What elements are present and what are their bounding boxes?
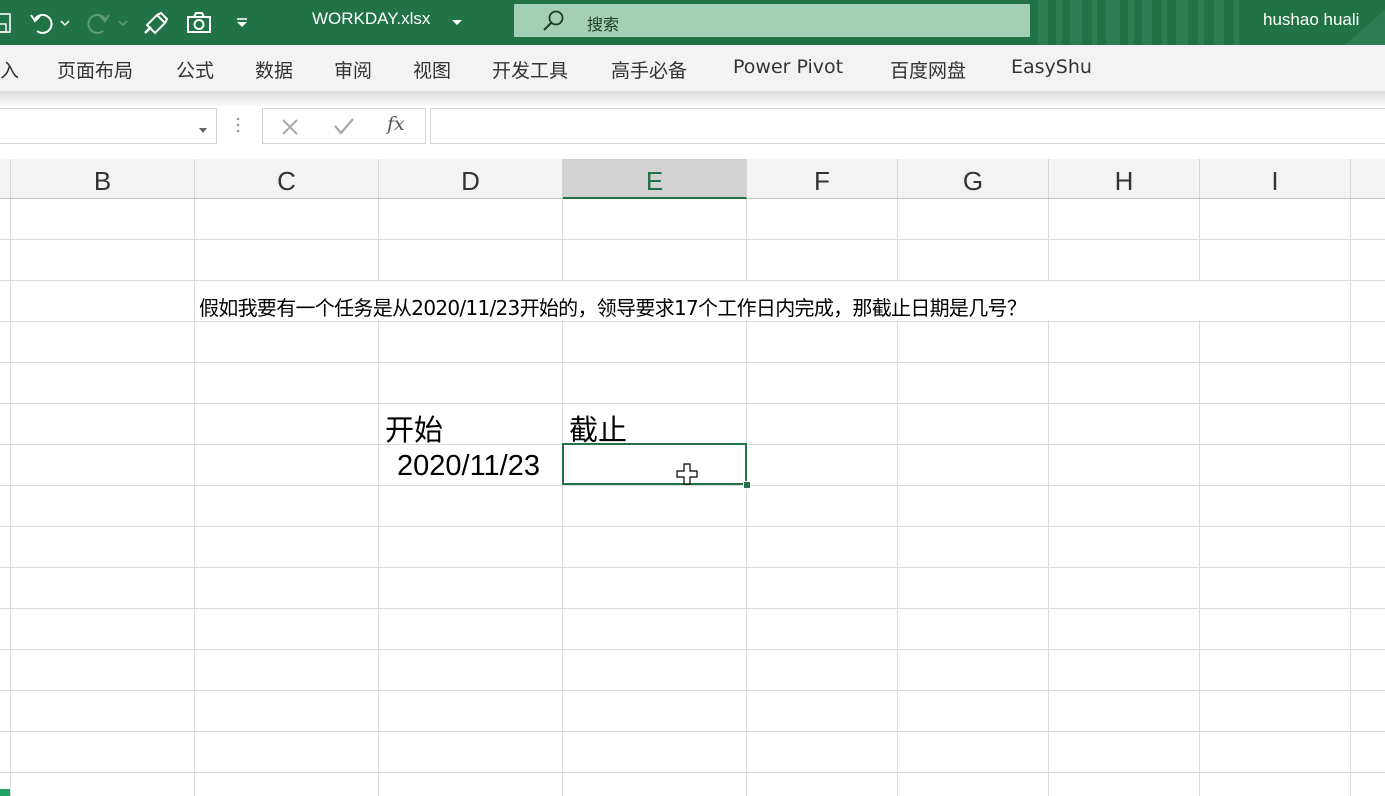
column-header-h[interactable]: H [1049,159,1200,198]
tab-formulas[interactable]: 公式 [176,56,214,83]
tab-insert[interactable]: 入 [0,56,19,83]
cancel-icon[interactable] [281,118,299,141]
undo-dropdown-icon[interactable] [58,0,72,45]
name-box[interactable] [0,108,217,144]
column-header-b[interactable]: B [11,159,195,198]
grid-line [0,649,1385,650]
question-cell[interactable]: 假如我要有一个任务是从2020/11/23开始的，领导要求17个工作日内完成，那… [199,292,1027,321]
active-cell-e[interactable] [562,443,747,485]
start-date-cell[interactable]: 2020/11/23 [397,450,540,483]
sheet-tab-indicator [0,789,10,796]
grid-line [0,731,1385,732]
formula-bar-splitter[interactable] [236,115,240,140]
search-icon [542,10,566,37]
file-name[interactable]: WORKDAY.xlsx [312,9,430,29]
grid-line [10,199,11,796]
grid-line [0,567,1385,568]
search-placeholder: 搜索 [587,15,620,34]
camera-icon[interactable] [184,0,214,45]
tab-expert-tools[interactable]: 高手必备 [611,56,687,83]
tab-easyshu[interactable]: EasyShu [1011,56,1092,78]
format-painter-icon[interactable] [142,0,170,45]
column-header-c[interactable]: C [195,159,379,198]
grid-line [1350,199,1351,796]
title-bar: WORKDAY.xlsx 搜索 hushao huali [0,0,1385,45]
undo-icon[interactable] [28,0,56,45]
grid-line [0,526,1385,527]
tab-page-layout[interactable]: 页面布局 [57,56,133,83]
search-box[interactable]: 搜索 [514,4,1030,37]
start-label-cell[interactable]: 开始 [385,407,443,449]
grid-line [0,608,1385,609]
grid-line [0,690,1385,691]
worksheet-grid[interactable]: 假如我要有一个任务是从2020/11/23开始的，领导要求17个工作日内完成，那… [0,199,1385,796]
column-header-d[interactable]: D [379,159,563,198]
tab-developer[interactable]: 开发工具 [492,56,568,83]
tab-baidu-netdisk[interactable]: 百度网盘 [890,56,966,83]
user-name[interactable]: hushao huali [1263,10,1359,30]
redo-icon[interactable] [84,0,112,45]
column-header-i[interactable]: I [1200,159,1351,198]
insert-function-icon[interactable]: fx [387,113,405,135]
column-header-partial-right[interactable] [1351,159,1385,198]
formula-input[interactable] [430,108,1385,144]
tab-data[interactable]: 数据 [255,56,293,83]
grid-line [0,772,1385,773]
tab-view[interactable]: 视图 [413,56,451,83]
save-icon[interactable] [0,0,14,45]
enter-icon[interactable] [334,117,354,140]
customize-qat-icon[interactable] [232,0,252,45]
grid-line [0,362,1385,363]
namebox-dropdown-icon[interactable] [198,121,208,139]
column-header-partial[interactable] [0,159,11,198]
grid-line [0,403,1385,404]
formula-bar: fx [0,106,1385,146]
ribbon-collapsed-area [0,92,1385,106]
column-header-e[interactable]: E [563,159,747,199]
tab-power-pivot[interactable]: Power Pivot [733,56,843,78]
column-header-f[interactable]: F [747,159,898,198]
chevron-down-icon[interactable] [451,14,463,32]
tab-review[interactable]: 审阅 [334,56,372,83]
ribbon-tabs: 入 页面布局 公式 数据 审阅 视图 开发工具 高手必备 Power Pivot… [0,45,1385,92]
redo-dropdown-icon[interactable] [116,0,130,45]
column-header-g[interactable]: G [898,159,1049,198]
fill-handle[interactable] [743,481,751,489]
grid-line [0,239,1385,240]
cell-cursor-icon [676,463,698,490]
grid-line [0,321,1385,322]
column-headers: B C D E F G H I [0,159,1385,199]
formula-buttons: fx [262,108,426,144]
